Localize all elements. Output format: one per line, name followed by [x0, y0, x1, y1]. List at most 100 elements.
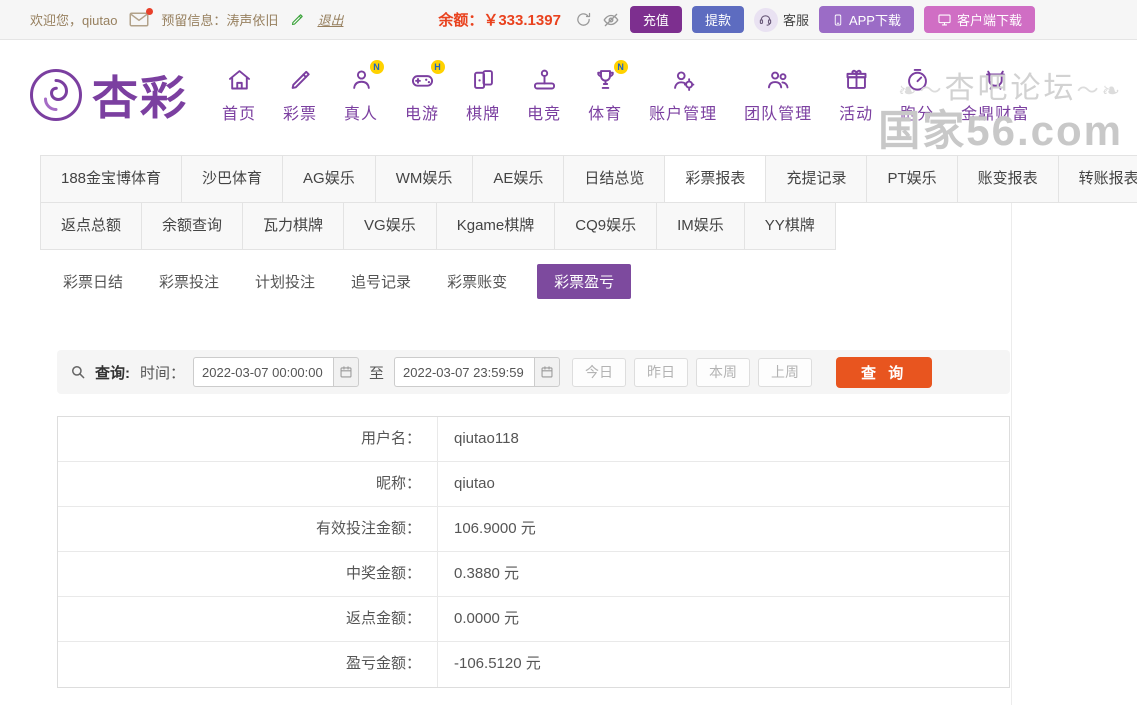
tab[interactable]: 账变报表 [956, 155, 1059, 203]
query-label: 查询: [95, 364, 130, 382]
tab[interactable]: 转账报表 [1057, 155, 1137, 203]
new-badge: N [613, 60, 628, 74]
nav-item-lottery[interactable]: 彩票 [283, 66, 317, 124]
row-value: 106.9000 元 [454, 520, 536, 537]
tab[interactable]: 返点总额 [40, 202, 143, 250]
tab[interactable]: VG娱乐 [343, 202, 437, 250]
trophy-icon: N [592, 60, 628, 93]
balance: 余额：￥333.1397 [438, 9, 561, 30]
search-submit-button[interactable]: 查 询 [836, 356, 933, 388]
tab[interactable]: 日结总览 [563, 155, 666, 203]
tab[interactable]: 彩票报表 [664, 155, 767, 203]
edit-icon[interactable] [290, 12, 305, 27]
tab[interactable]: YY棋牌 [743, 202, 836, 250]
subtab[interactable]: 彩票日结 [57, 264, 129, 299]
nav-label: 彩票 [283, 106, 318, 123]
topbar-right: 余额：￥333.1397 充值 提款 客服 APP下载 客户端下载 [438, 6, 1035, 33]
table-row: 昵称： qiutao [58, 462, 1009, 507]
nav-item-esports[interactable]: 电竞 [527, 66, 561, 124]
tab[interactable]: IM娱乐 [656, 202, 745, 250]
nav-item-account-mgmt[interactable]: 账户管理 [649, 66, 717, 124]
tab[interactable]: AE娱乐 [472, 155, 565, 203]
customer-service-link[interactable]: 客服 [753, 7, 809, 32]
topbar-left: 欢迎您，qiutao 预留信息：涛声依旧 退出 [30, 8, 343, 29]
logout-link[interactable]: 退出 [317, 10, 343, 29]
nav-label: 团队管理 [744, 106, 813, 123]
tab[interactable]: 充提记录 [765, 155, 868, 203]
nav-item-team-mgmt[interactable]: 团队管理 [744, 66, 812, 124]
table-row: 中奖金额： 0.3880 元 [58, 552, 1009, 597]
client-download-label: 客户端下载 [956, 13, 1022, 28]
speed-icon [904, 66, 931, 93]
withdraw-button[interactable]: 提款 [691, 6, 744, 33]
tab[interactable]: AG娱乐 [282, 155, 376, 203]
app-download-button[interactable]: APP下载 [818, 6, 914, 33]
subtab[interactable]: 彩票投注 [153, 264, 225, 299]
app-download-label: APP下载 [848, 13, 901, 28]
tiles-icon [470, 66, 497, 93]
nav-item-home[interactable]: 首页 [222, 66, 256, 124]
tab[interactable]: 沙巴体育 [181, 155, 284, 203]
brand-logo[interactable]: 杏彩 [28, 62, 188, 128]
subtabs: 彩票日结 彩票投注 计划投注 追号记录 彩票账变 彩票盈亏 [57, 263, 1011, 299]
recharge-button[interactable]: 充值 [629, 6, 682, 33]
phone-icon [832, 13, 844, 27]
quick-range-button[interactable]: 上周 [758, 357, 813, 387]
welcome-text: 欢迎您，qiutao [30, 13, 118, 28]
tab-row-2: 返点总额 余额查询 瓦力棋牌 VG娱乐 Kgame棋牌 CQ9娱乐 IM娱乐 Y… [40, 202, 1011, 250]
time-label: 时间： [140, 364, 186, 382]
row-label: 昵称： [58, 462, 438, 506]
subtab[interactable]: 彩票盈亏 [537, 263, 632, 299]
search-bar: 查询: 时间： 至 今日 昨日 本周 上周 查 询 [57, 350, 1010, 394]
subtab[interactable]: 计划投注 [249, 264, 321, 299]
team-icon [765, 66, 792, 93]
end-date-input[interactable] [394, 357, 535, 387]
eye-off-icon[interactable] [602, 11, 620, 29]
nav-label: 电游 [405, 106, 440, 123]
row-label: 用户名： [58, 417, 438, 461]
row-value: qiutao [454, 475, 495, 492]
home-icon [226, 66, 253, 93]
nav-item-activity[interactable]: 活动 [839, 66, 873, 124]
tab[interactable]: 余额查询 [141, 202, 244, 250]
ding-icon [982, 66, 1009, 93]
start-date-input[interactable] [193, 357, 334, 387]
to-label: 至 [369, 364, 385, 382]
envelope-icon[interactable] [129, 8, 154, 27]
quick-range-button[interactable]: 今日 [572, 357, 627, 387]
joystick-icon [531, 66, 558, 93]
subtab[interactable]: 彩票账变 [441, 264, 513, 299]
nav-item-wealth[interactable]: 金鼎财富 [961, 66, 1029, 124]
subtab[interactable]: 追号记录 [345, 264, 417, 299]
new-badge: N [369, 60, 384, 74]
calendar-icon[interactable] [534, 357, 561, 387]
nav-label: 电竞 [527, 106, 562, 123]
nav-label: 棋牌 [466, 106, 501, 123]
nav-item-board-games[interactable]: 棋牌 [466, 66, 500, 124]
end-date-group [394, 357, 561, 387]
tab[interactable]: WM娱乐 [374, 155, 474, 203]
topbar: 欢迎您，qiutao 预留信息：涛声依旧 退出 余额：￥333.1397 充值 … [0, 0, 1137, 40]
nav-item-games[interactable]: H 电游 [405, 60, 445, 124]
tab[interactable]: 瓦力棋牌 [242, 202, 345, 250]
nav-item-paofen[interactable]: 跑分 [900, 66, 934, 124]
gamepad-icon: H [409, 60, 445, 93]
row-label: 中奖金额： [58, 552, 438, 596]
refresh-icon[interactable] [575, 11, 592, 28]
hot-badge: H [430, 60, 445, 74]
tab[interactable]: 188金宝博体育 [40, 155, 183, 203]
quick-range-button[interactable]: 本周 [696, 357, 751, 387]
unread-dot [146, 8, 154, 15]
nav-item-live[interactable]: N 真人 [344, 60, 384, 124]
nav-item-sports[interactable]: N 体育 [588, 60, 628, 124]
nav-label: 体育 [588, 106, 623, 123]
nav-label: 账户管理 [649, 106, 718, 123]
tab[interactable]: Kgame棋牌 [435, 202, 556, 250]
tab[interactable]: PT娱乐 [866, 155, 958, 203]
quick-range-button[interactable]: 昨日 [634, 357, 689, 387]
client-download-button[interactable]: 客户端下载 [923, 6, 1035, 33]
tab[interactable]: CQ9娱乐 [554, 202, 658, 250]
row-value: 0.0000 元 [454, 610, 520, 627]
calendar-icon[interactable] [333, 357, 360, 387]
main-nav: 首页 彩票 N 真人 H 电游 棋牌 电竞 N 体育 账户管理 团队管理 活动 … [222, 60, 1029, 124]
